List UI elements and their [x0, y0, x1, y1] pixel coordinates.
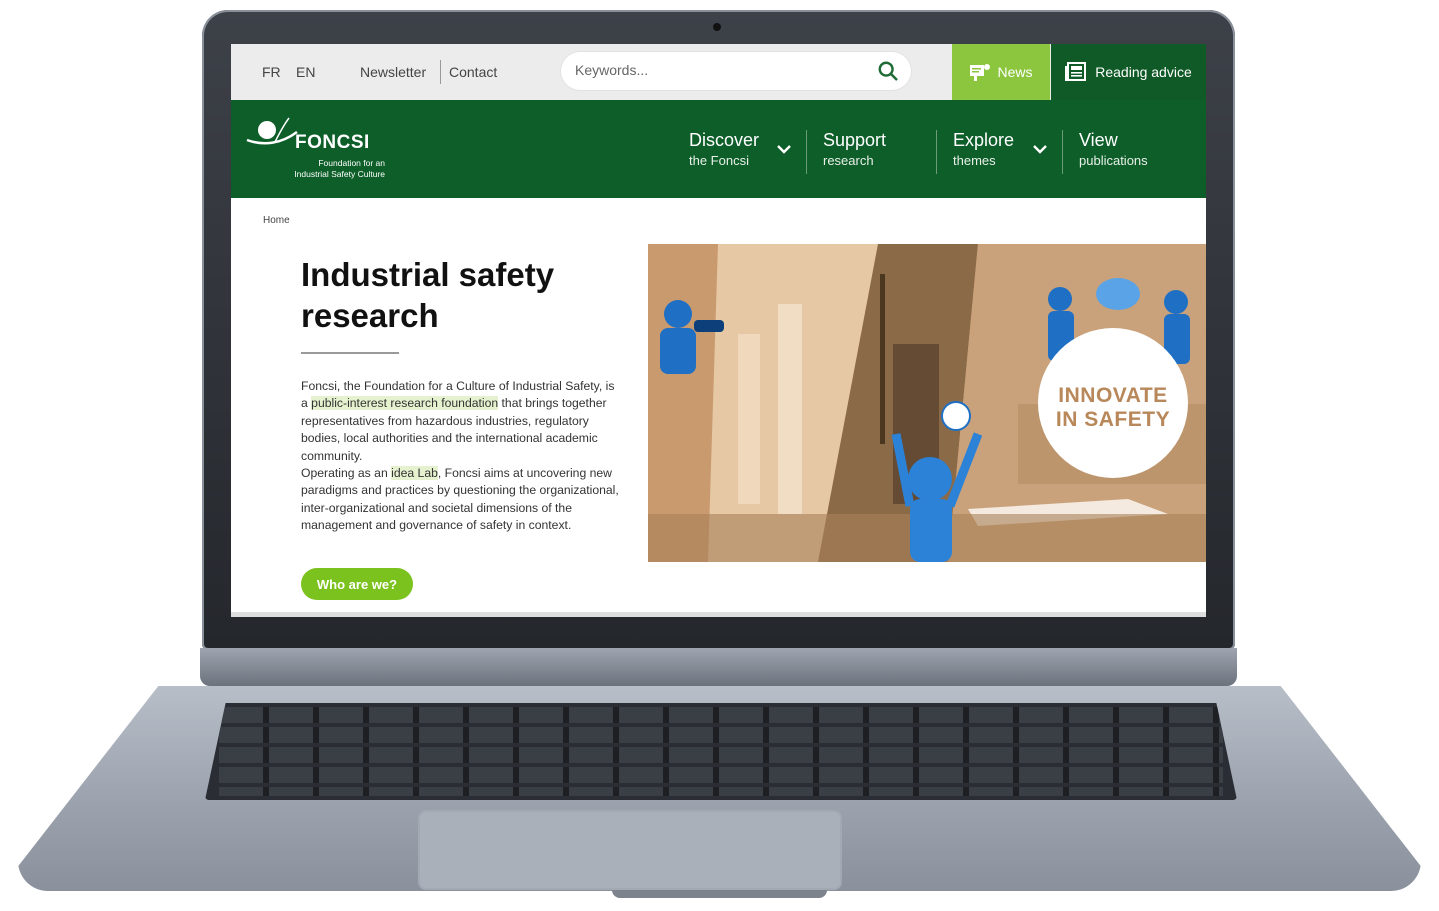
- who-are-we-button[interactable]: Who are we?: [301, 568, 413, 600]
- topbar-divider: [440, 60, 441, 84]
- nav-divider: [936, 130, 937, 174]
- nav-view[interactable]: View publications: [1079, 130, 1148, 168]
- innovate-badge: INNOVATE IN SAFETY: [1038, 328, 1188, 478]
- nav-support-sublabel: research: [823, 153, 874, 168]
- lang-en-link[interactable]: EN: [296, 64, 315, 80]
- research-foundation-link[interactable]: public-interest research foundation: [311, 396, 499, 411]
- nav-view-sublabel: publications: [1079, 153, 1148, 168]
- laptop-front-lip: [612, 890, 827, 898]
- nav-support[interactable]: Support research: [823, 130, 886, 168]
- idea-lab-link[interactable]: idea Lab: [391, 466, 438, 481]
- chevron-down-icon[interactable]: [777, 144, 791, 154]
- main-nav: FONCSI Foundation for an Industrial Safe…: [231, 100, 1206, 198]
- intro-text-segment: Operating as an: [301, 466, 392, 481]
- intro-paragraph-2: Operating as an idea Lab, Foncsi aims at…: [301, 465, 623, 535]
- nav-discover-label: Discover: [689, 130, 760, 150]
- search-box: [561, 52, 911, 90]
- trackpad: [418, 810, 842, 890]
- contact-link[interactable]: Contact: [449, 64, 497, 80]
- nav-explore-sublabel: themes: [953, 153, 996, 168]
- hero-illustration: INNOVATE IN SAFETY: [648, 244, 1206, 562]
- webcam: [713, 23, 721, 31]
- reading-advice-button[interactable]: Reading advice: [1051, 44, 1206, 100]
- reading-advice-label: Reading advice: [1095, 64, 1192, 80]
- title-underline: [301, 352, 399, 354]
- page-title: Industrial safety research: [301, 256, 555, 334]
- screen-bottom-edge: [231, 612, 1206, 617]
- badge-line1: INNOVATE: [1058, 384, 1168, 407]
- nav-discover-sublabel: the Foncsi: [689, 153, 749, 168]
- chevron-down-icon[interactable]: [1033, 144, 1047, 154]
- logo-tagline: Foundation for an Industrial Safety Cult…: [275, 158, 385, 180]
- megaphone-icon: [970, 64, 991, 81]
- news-label: News: [997, 64, 1033, 80]
- lang-fr-link[interactable]: FR: [262, 64, 281, 80]
- browser-screen: FR EN Newsletter Contact News: [231, 44, 1206, 617]
- top-bar: FR EN Newsletter Contact News: [231, 44, 1206, 100]
- search-icon[interactable]: [877, 60, 899, 82]
- logo-tagline-line1: Foundation for an: [318, 158, 385, 168]
- breadcrumb-home[interactable]: Home: [263, 215, 290, 226]
- laptop-hinge: [200, 648, 1237, 686]
- nav-support-label: Support: [823, 130, 887, 150]
- logo-tagline-line2: Industrial Safety Culture: [294, 169, 385, 179]
- logo-name: FONCSI: [295, 132, 370, 153]
- news-button[interactable]: News: [952, 44, 1050, 100]
- nav-divider: [1062, 130, 1063, 174]
- search-input[interactable]: [573, 61, 857, 79]
- nav-divider: [806, 130, 807, 174]
- nav-view-label: View: [1079, 130, 1118, 150]
- newsletter-link[interactable]: Newsletter: [360, 64, 426, 80]
- intro-paragraph-1: Foncsi, the Foundation for a Culture of …: [301, 378, 623, 465]
- nav-discover[interactable]: Discover the Foncsi: [689, 130, 759, 168]
- newspaper-icon: [1065, 62, 1087, 81]
- nav-explore[interactable]: Explore themes: [953, 130, 1014, 168]
- nav-explore-label: Explore: [953, 130, 1015, 150]
- badge-line2: IN SAFETY: [1055, 408, 1171, 431]
- intro-text: Foncsi, the Foundation for a Culture of …: [301, 378, 623, 535]
- foncsi-logo[interactable]: FONCSI Foundation for an Industrial Safe…: [245, 116, 385, 186]
- keyboard: [205, 703, 1237, 800]
